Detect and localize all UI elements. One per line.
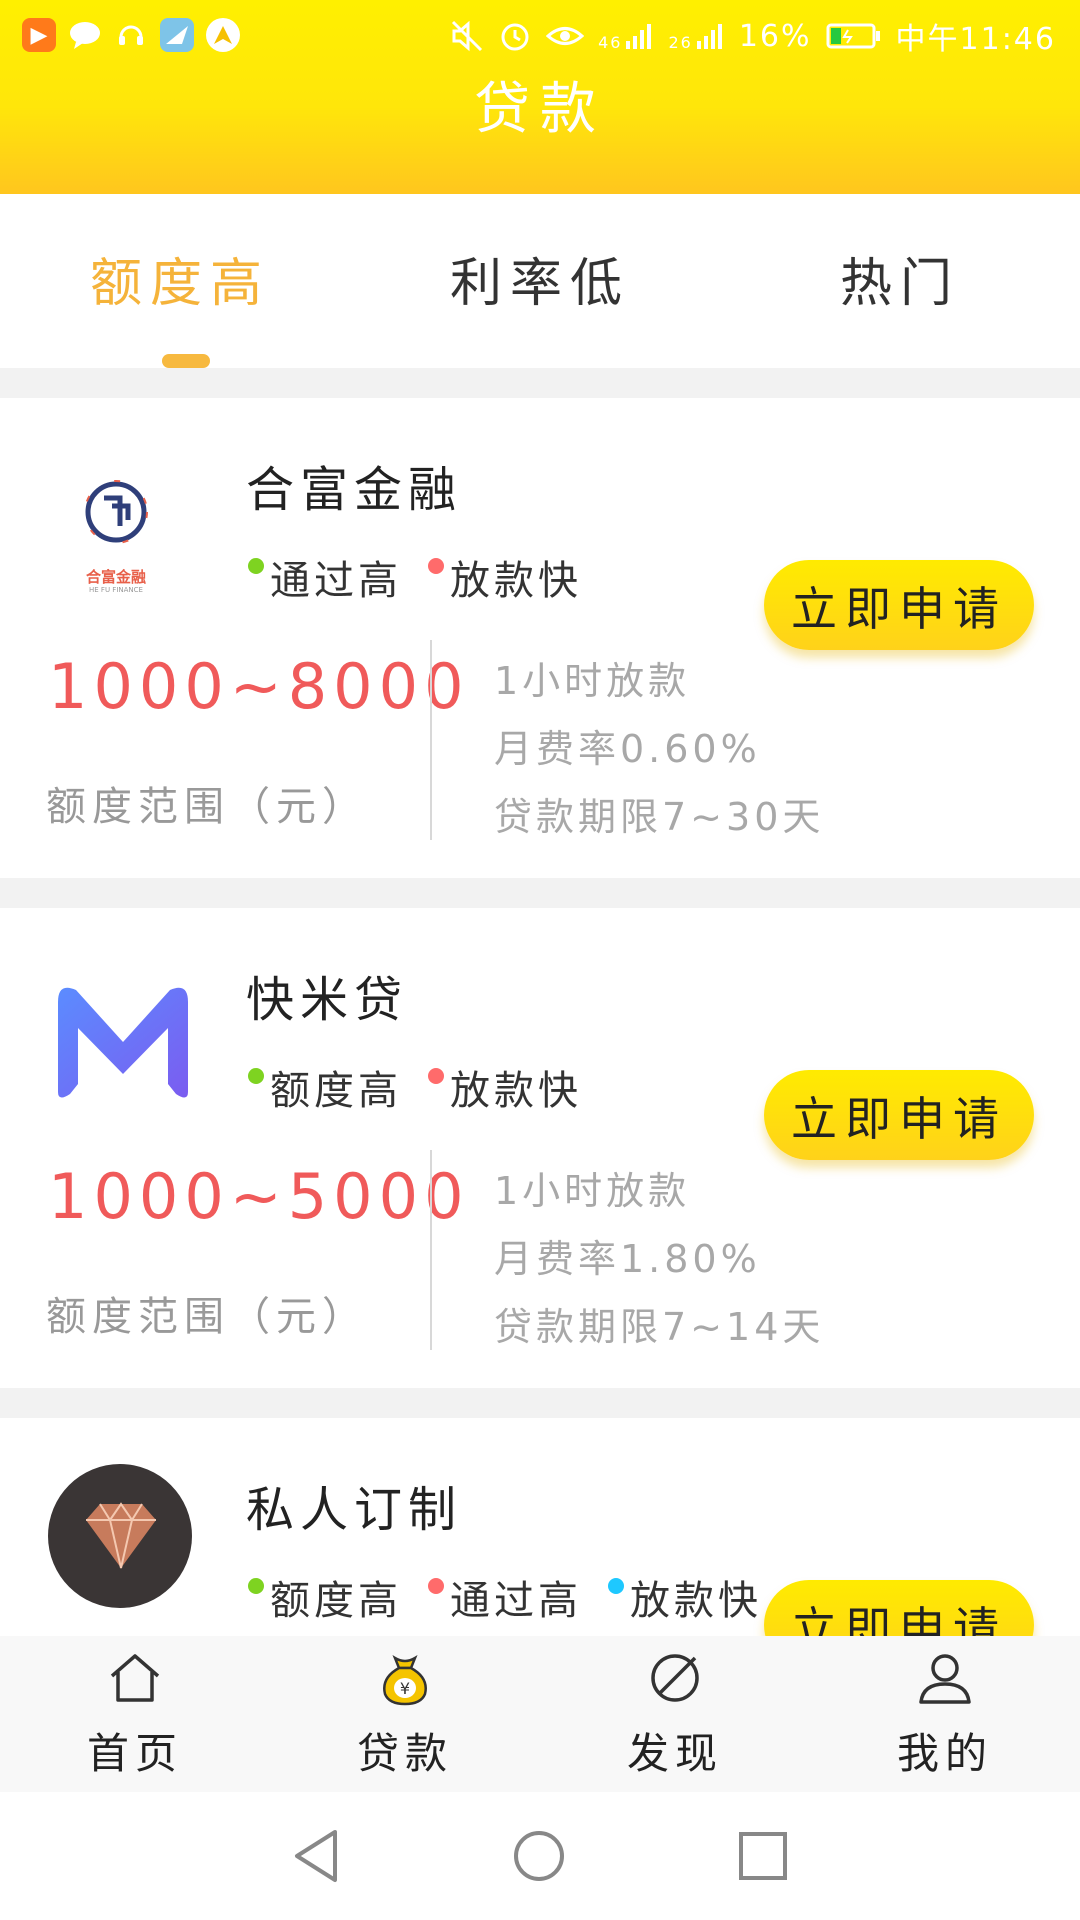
apply-button[interactable]: 立即申请 <box>764 560 1034 650</box>
signal-2g-label: 26 <box>668 33 693 52</box>
tag-dot <box>428 1068 444 1084</box>
tag-label: 额度高 <box>270 1068 402 1114</box>
loan-card[interactable]: 私人订制 额度高 通过高 放款快 立即申请 <box>0 1418 1080 1636</box>
tag-list: 额度高 通过高 放款快 <box>248 1568 762 1626</box>
tag: 额度高 <box>248 1568 402 1626</box>
tag-label: 放款快 <box>630 1578 762 1624</box>
amount-range: 1000~8000 <box>48 650 470 723</box>
recent-apps-icon[interactable] <box>737 1830 789 1882</box>
tag-dot <box>248 1068 264 1084</box>
bottom-nav: 首页 ¥ 贷款 发现 我的 <box>0 1636 1080 1792</box>
photo-app-icon <box>160 18 194 52</box>
tab-label: 热门 <box>839 254 960 314</box>
tab-bar: 额度高 利率低 热门 <box>0 194 1080 368</box>
alarm-icon <box>501 23 529 51</box>
nav-mine[interactable]: 我的 <box>810 1636 1080 1792</box>
tab-label: 利率低 <box>449 254 630 314</box>
nav-loan[interactable]: ¥ 贷款 <box>270 1636 540 1792</box>
battery-percent: 16% <box>738 18 812 54</box>
tag-label: 通过高 <box>450 1578 582 1624</box>
divider <box>430 1150 432 1350</box>
tab-low-rate[interactable]: 利率低 <box>360 194 720 368</box>
tag: 放款快 <box>428 1058 582 1116</box>
amount-range-label: 额度范围（元） <box>46 784 368 830</box>
svg-text:¥: ¥ <box>400 1679 410 1698</box>
home-icon <box>110 1654 160 1702</box>
tag-dot <box>248 1578 264 1594</box>
system-navigation-bar <box>0 1792 1080 1920</box>
money-bag-icon: ¥ <box>383 1655 427 1706</box>
detail-payout-time: 1小时放款 <box>494 1169 691 1213</box>
tag-dot <box>248 558 264 574</box>
divider <box>430 640 432 840</box>
eye-icon <box>546 27 585 45</box>
product-name: 合富金融 <box>246 462 463 518</box>
tag: 放款快 <box>428 548 582 606</box>
logo-text: 合富金融 <box>85 568 146 586</box>
tag: 放款快 <box>608 1568 762 1626</box>
tag-label: 通过高 <box>270 558 402 604</box>
tag-list: 通过高 放款快 <box>248 548 582 606</box>
status-bar: ▶ 46 26 16% 中午11:46 <box>0 0 1080 74</box>
apply-button[interactable]: 立即申请 <box>764 1580 1034 1636</box>
nav-label: 首页 <box>86 1729 183 1778</box>
tag-dot <box>428 1578 444 1594</box>
page-title: 贷款 <box>474 77 606 142</box>
logo-subtext: HE FU FINANCE <box>89 586 143 594</box>
tag-label: 放款快 <box>450 558 582 604</box>
tag-dot <box>428 558 444 574</box>
product-name: 私人订制 <box>246 1482 463 1538</box>
system-status: 46 26 16% 中午11:46 <box>450 14 1056 58</box>
tag-label: 放款快 <box>450 1068 582 1114</box>
tab-active-indicator <box>162 354 210 368</box>
tab-hot[interactable]: 热门 <box>720 194 1080 368</box>
tag: 额度高 <box>248 1058 402 1116</box>
detail-loan-term: 贷款期限7~30天 <box>494 795 825 839</box>
kuaimi-logo-icon <box>48 962 198 1112</box>
user-icon <box>919 1654 971 1704</box>
support-icon <box>114 18 148 52</box>
detail-monthly-rate: 月费率1.80% <box>494 1237 761 1281</box>
loan-card[interactable]: 合富金融 HE FU FINANCE 合富金融 通过高 放款快 立即申请 100… <box>0 398 1080 878</box>
nav-home[interactable]: 首页 <box>0 1636 270 1792</box>
battery-icon <box>826 23 880 49</box>
back-icon[interactable] <box>291 1828 341 1884</box>
loan-card[interactable]: 快米贷 额度高 放款快 立即申请 1000~5000 额度范围（元） 1小时放款… <box>0 908 1080 1388</box>
header: ▶ 46 26 16% 中午11:46 贷款 <box>0 0 1080 194</box>
signal-2g-icon: 26 <box>668 21 724 51</box>
amount-range-label: 额度范围（元） <box>46 1294 368 1340</box>
amount-range: 1000~5000 <box>48 1160 470 1233</box>
hefu-logo-icon: 合富金融 HE FU FINANCE <box>48 466 198 616</box>
nav-label: 我的 <box>896 1729 993 1778</box>
tag: 通过高 <box>248 548 402 606</box>
tag-dot <box>608 1578 624 1594</box>
tag-label: 额度高 <box>270 1578 402 1624</box>
tab-high-limit[interactable]: 额度高 <box>0 194 360 368</box>
mute-icon <box>452 20 483 52</box>
detail-payout-time: 1小时放款 <box>494 659 691 703</box>
tab-label: 额度高 <box>89 254 270 314</box>
signal-4g-icon: 46 <box>598 21 654 51</box>
apply-button[interactable]: 立即申请 <box>764 1070 1034 1160</box>
tag-list: 额度高 放款快 <box>248 1058 582 1116</box>
nav-discover[interactable]: 发现 <box>540 1636 810 1792</box>
chat-icon <box>68 18 102 52</box>
video-app-icon: ▶ <box>22 18 56 52</box>
notification-icons: ▶ <box>22 18 240 52</box>
detail-monthly-rate: 月费率0.60% <box>494 727 761 771</box>
diamond-logo-icon <box>48 1464 198 1614</box>
map-app-icon <box>206 18 240 52</box>
nav-label: 发现 <box>626 1729 723 1778</box>
clock: 中午11:46 <box>895 22 1056 57</box>
tag: 通过高 <box>428 1568 582 1626</box>
product-name: 快米贷 <box>246 972 409 1028</box>
signal-4g-label: 46 <box>598 33 623 52</box>
nav-label: 贷款 <box>356 1729 453 1778</box>
home-circle-icon[interactable] <box>511 1828 567 1884</box>
compass-icon <box>651 1654 699 1702</box>
detail-loan-term: 贷款期限7~14天 <box>494 1305 825 1349</box>
